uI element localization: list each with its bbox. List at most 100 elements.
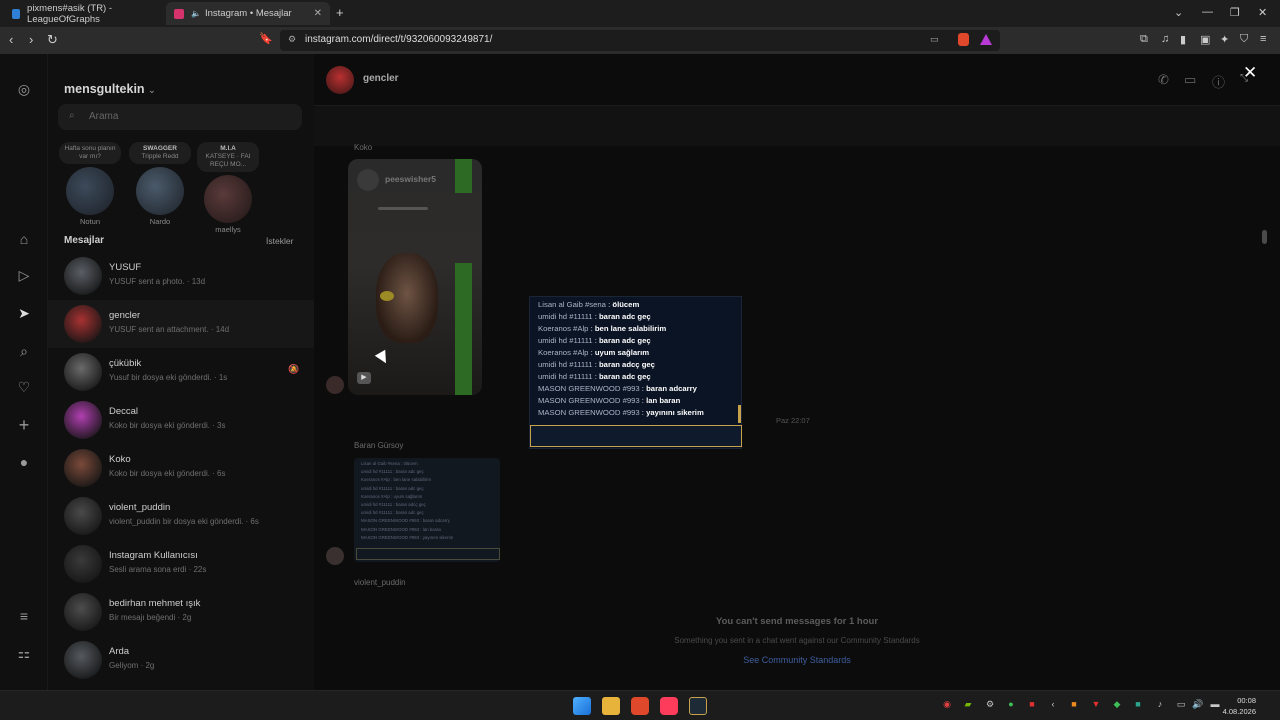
conversation-item[interactable]: Instagram Kullanıcısı Sesli arama sona er… (48, 540, 314, 588)
conversation-item[interactable]: gencler YUSUF sent an attachment. · 14d (48, 300, 314, 348)
avatar (326, 376, 344, 394)
tab-leagueofgraphs[interactable]: pixmens#asik (TR) - LeagueOfGraphs (4, 2, 164, 25)
screenshot-line: umidi hd #11111 : baran adc geç (361, 485, 424, 491)
avatar[interactable] (326, 66, 354, 94)
shared-video[interactable]: peeswisher5 ▶ (348, 159, 482, 395)
notifications-icon[interactable]: ♡ (15, 378, 33, 396)
note-maellys[interactable]: M.I.A KATSEYE · FAI REÇU MO... maellys (194, 142, 262, 234)
steam-icon[interactable]: ⚙ (985, 699, 995, 711)
clock-time: 00:08 (1237, 696, 1256, 705)
conversation-item[interactable]: çükübik Yusuf bir dosya eki gönderdi. · 1… (48, 348, 314, 396)
conversation-preview: Bir mesajı beğendi · 2g (109, 613, 192, 622)
maximize-button[interactable]: ❐ (1230, 6, 1240, 19)
create-icon[interactable]: + (15, 416, 33, 434)
close-window-button[interactable]: ✕ (1258, 6, 1267, 19)
tray-app-icon[interactable]: ● (1006, 699, 1016, 711)
screenshot-line: MASON GREENWOOD #993 : yayınını sikerim (361, 534, 454, 540)
wallet-icon[interactable]: ▣ (1200, 33, 1210, 46)
forward-icon[interactable]: › (29, 32, 33, 47)
game-chat-scrollbar[interactable] (738, 405, 741, 423)
windows-start-icon[interactable] (573, 697, 591, 715)
conversation-item[interactable]: Deccal Koko bir dosya eki gönderdi. · 3s (48, 396, 314, 444)
profile-avatar-icon[interactable]: ● (15, 453, 33, 471)
tray-app-icon[interactable]: ▼ (1091, 699, 1101, 711)
leo-ai-icon[interactable]: ✦ (1220, 33, 1229, 46)
game-chat-message: baran adc geç (598, 312, 651, 321)
more-menu-icon[interactable]: ≡ (15, 607, 33, 625)
nav-rail: ◎ ⌂ ▷ ➤ ⌕ ♡ + ● ≡ ⚏ (0, 54, 48, 690)
tray-app-icon[interactable]: ‹ (1048, 699, 1058, 711)
community-standards-link[interactable]: See Community Standards (314, 655, 1280, 665)
home-icon[interactable]: ⌂ (15, 230, 33, 248)
clock[interactable]: 00:08 4.08.2026 (1223, 695, 1256, 717)
restriction-title: You can't send messages for 1 hour (715, 616, 879, 627)
also-from-meta-icon[interactable]: ⚏ (15, 644, 33, 662)
game-chat-user: MASON GREENWOOD #993 (538, 384, 640, 393)
tray-app-icon[interactable]: ■ (1027, 699, 1037, 711)
bookmark-icon[interactable]: 🔖 (259, 32, 273, 45)
game-chat-line: Lisan al Gaib #sena : ölücem (538, 300, 639, 309)
info-icon[interactable]: ⓘ (1212, 72, 1225, 91)
minimize-button[interactable]: — (1202, 6, 1213, 18)
conversation-item[interactable]: bedirhan mehmet ışık Bir mesajı beğendi ·… (48, 588, 314, 636)
requests-link[interactable]: İstekler (266, 236, 293, 246)
nvidia-icon[interactable]: ▰ (963, 699, 973, 711)
instagram-logo-icon[interactable]: ◎ (15, 80, 33, 98)
tab-search-icon[interactable]: ⌄ (1174, 6, 1183, 19)
network-icon[interactable]: ▭ (1176, 699, 1186, 711)
reload-icon[interactable]: ↻ (47, 32, 58, 48)
conversation-item[interactable]: Arda Geliyom · 2g (48, 636, 314, 684)
conversation-item[interactable]: violent_puddin violent_puddin bir dosya e… (48, 492, 314, 540)
game-chat-user: MASON GREENWOOD #993 (538, 408, 640, 417)
conversation-name: Instagram Kullanıcısı (109, 550, 198, 561)
shared-screenshot[interactable]: Lisan al Gaib #sena : ölücem umidi hd #11… (354, 458, 500, 562)
note-nardo[interactable]: SWAGGER Tripple Redd Nardo (126, 142, 194, 226)
tray-app-icon[interactable]: ◆ (1112, 699, 1122, 711)
account-switcher[interactable]: mensgultekin ⌄ (64, 82, 156, 96)
volume-icon[interactable]: 🔊 (1192, 699, 1203, 711)
apple-music-icon[interactable] (660, 697, 678, 715)
tray-app-icon[interactable]: ■ (1133, 699, 1143, 711)
tab-instagram[interactable]: 🔈 Instagram • Mesajlar ✕ (166, 2, 330, 25)
screenshot-line: umidi hd #11111 : baran adc geç (361, 510, 424, 516)
league-client-icon[interactable] (689, 697, 707, 715)
microphone-icon[interactable]: ♪ (1155, 699, 1165, 711)
tray-app-icon[interactable]: ■ (1069, 699, 1079, 711)
extensions-icon[interactable]: ⧉ (1140, 33, 1148, 46)
reels-icon[interactable]: ▷ (15, 266, 33, 284)
music-icon[interactable]: ♫ (1161, 33, 1169, 45)
battery-icon[interactable]: ▬ (1210, 699, 1220, 711)
conversation-item[interactable]: YUSUF YUSUF sent a photo. · 13d (48, 252, 314, 300)
search-icon[interactable]: ⌕ (15, 342, 33, 360)
vpn-icon[interactable]: ⛉ (1240, 33, 1248, 46)
play-icon[interactable]: ▶ (357, 372, 371, 384)
conversation-item[interactable]: Koko Koko bir dosya eki gönderdi. · 6s (48, 444, 314, 492)
tray-app-icon[interactable]: ◉ (942, 699, 952, 711)
collapse-icon[interactable]: ⤡ (1240, 73, 1248, 84)
game-chat-user: Koeranos #Alp (538, 324, 589, 333)
cast-icon[interactable]: ▭ (930, 34, 939, 45)
site-info-icon[interactable]: ⚙ (288, 34, 296, 45)
game-chat-input[interactable] (530, 425, 742, 447)
search-input[interactable]: ⌕ Arama (58, 104, 302, 130)
sidebar-toggle-icon[interactable]: ▮ (1180, 33, 1186, 46)
scrollbar-thumb[interactable] (1262, 230, 1267, 244)
url-field[interactable]: ⚙ instagram.com/direct/t/932060093249871… (280, 30, 1000, 51)
brave-browser-icon[interactable] (631, 697, 649, 715)
file-explorer-icon[interactable] (602, 697, 620, 715)
browser-tab-bar: pixmens#asik (TR) - LeagueOfGraphs 🔈 Ins… (0, 0, 1280, 27)
messages-icon[interactable]: ➤ (15, 304, 33, 322)
chat-title[interactable]: gencler (363, 73, 399, 84)
conversation-preview: Sesli arama sona erdi · 22s (109, 565, 207, 574)
phone-icon[interactable]: ✆ (1158, 72, 1169, 88)
note-song-artist: Tripple Redd (141, 153, 179, 160)
new-tab-button[interactable]: + (336, 5, 344, 20)
video-call-icon[interactable]: ▭ (1184, 72, 1196, 88)
close-tab-icon[interactable]: ✕ (314, 8, 322, 19)
back-icon[interactable]: ‹ (9, 32, 13, 47)
game-chat-message: lan baran (646, 396, 681, 405)
menu-icon[interactable]: ≡ (1260, 33, 1266, 45)
brave-shields-icon[interactable] (958, 33, 969, 46)
note-own[interactable]: Hafta sonu planın var mı? Notun (56, 142, 124, 226)
brave-rewards-icon[interactable] (980, 34, 992, 45)
